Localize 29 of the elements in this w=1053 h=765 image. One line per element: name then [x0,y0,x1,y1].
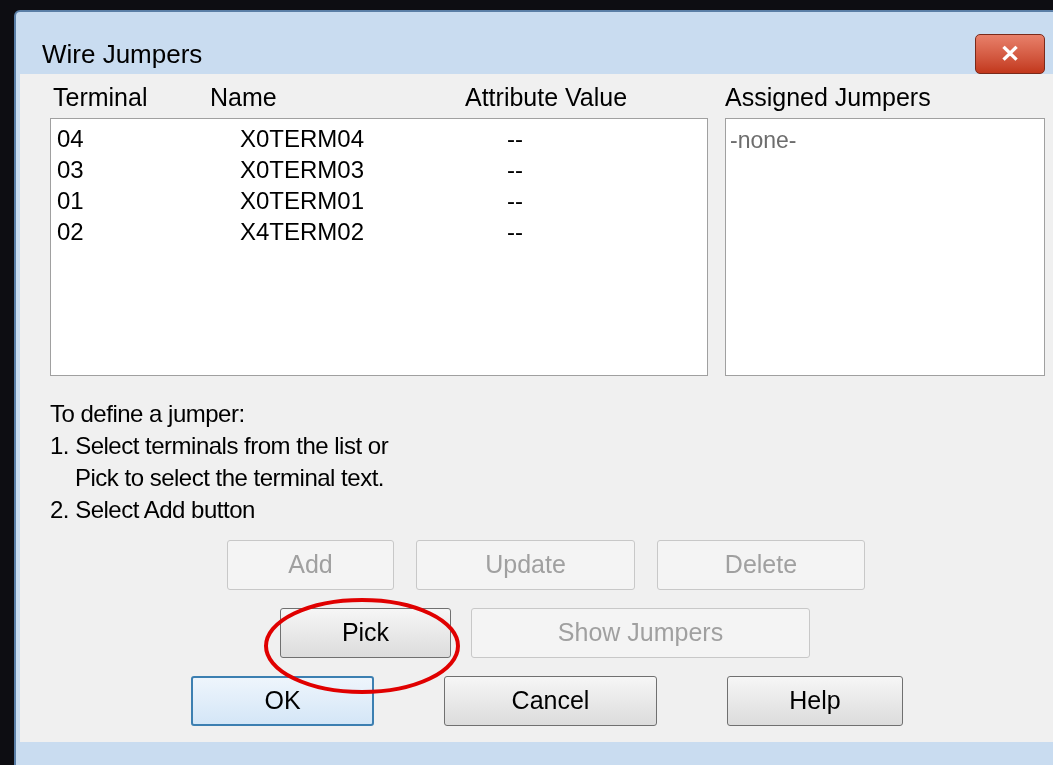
table-cell-text: 04 [57,123,85,154]
table-cell-text: X0TERM03 [240,154,366,185]
table-cell-text: X0TERM01 [240,185,366,216]
table-cell-text: -- [507,123,524,154]
column-header: Terminal [53,82,149,114]
list-item: -none- [730,126,798,154]
column-header: Name [210,82,278,114]
table-cell-text: 02 [57,216,85,247]
terminal-list[interactable]: 04 X0TERM04 -- 03 X0TERM03 -- 01 X0TERM01 -- 02 X4TERM02 -- [50,118,708,376]
instruction-text: 2. Select Add button [50,495,256,525]
table-cell-text: X0TERM04 [240,123,366,154]
assigned-jumpers-list[interactable]: -none- [725,118,1045,376]
window-title: Wire Jumpers [42,37,203,71]
dialog-button[interactable]: Cancel [444,676,657,726]
column-header: Attribute Value [465,82,629,114]
dialog-button[interactable]: Pick [280,608,451,658]
instruction-text: Pick to select the terminal text. [74,463,385,493]
dialog-button[interactable]: OK [191,676,374,726]
table-cell-text: 03 [57,154,85,185]
close-button[interactable]: ✕ [975,34,1045,74]
table-cell-text: X4TERM02 [240,216,366,247]
column-header: Assigned Jumpers [725,82,931,114]
instruction-text: 1. Select terminals from the list or [50,431,390,461]
table-cell-text: -- [507,185,524,216]
dialog-button[interactable]: Help [727,676,903,726]
table-cell-text: 01 [57,185,85,216]
table-cell-text: -- [507,154,524,185]
instruction-text: To define a jumper: [50,399,246,429]
table-cell-text: -- [507,216,524,247]
